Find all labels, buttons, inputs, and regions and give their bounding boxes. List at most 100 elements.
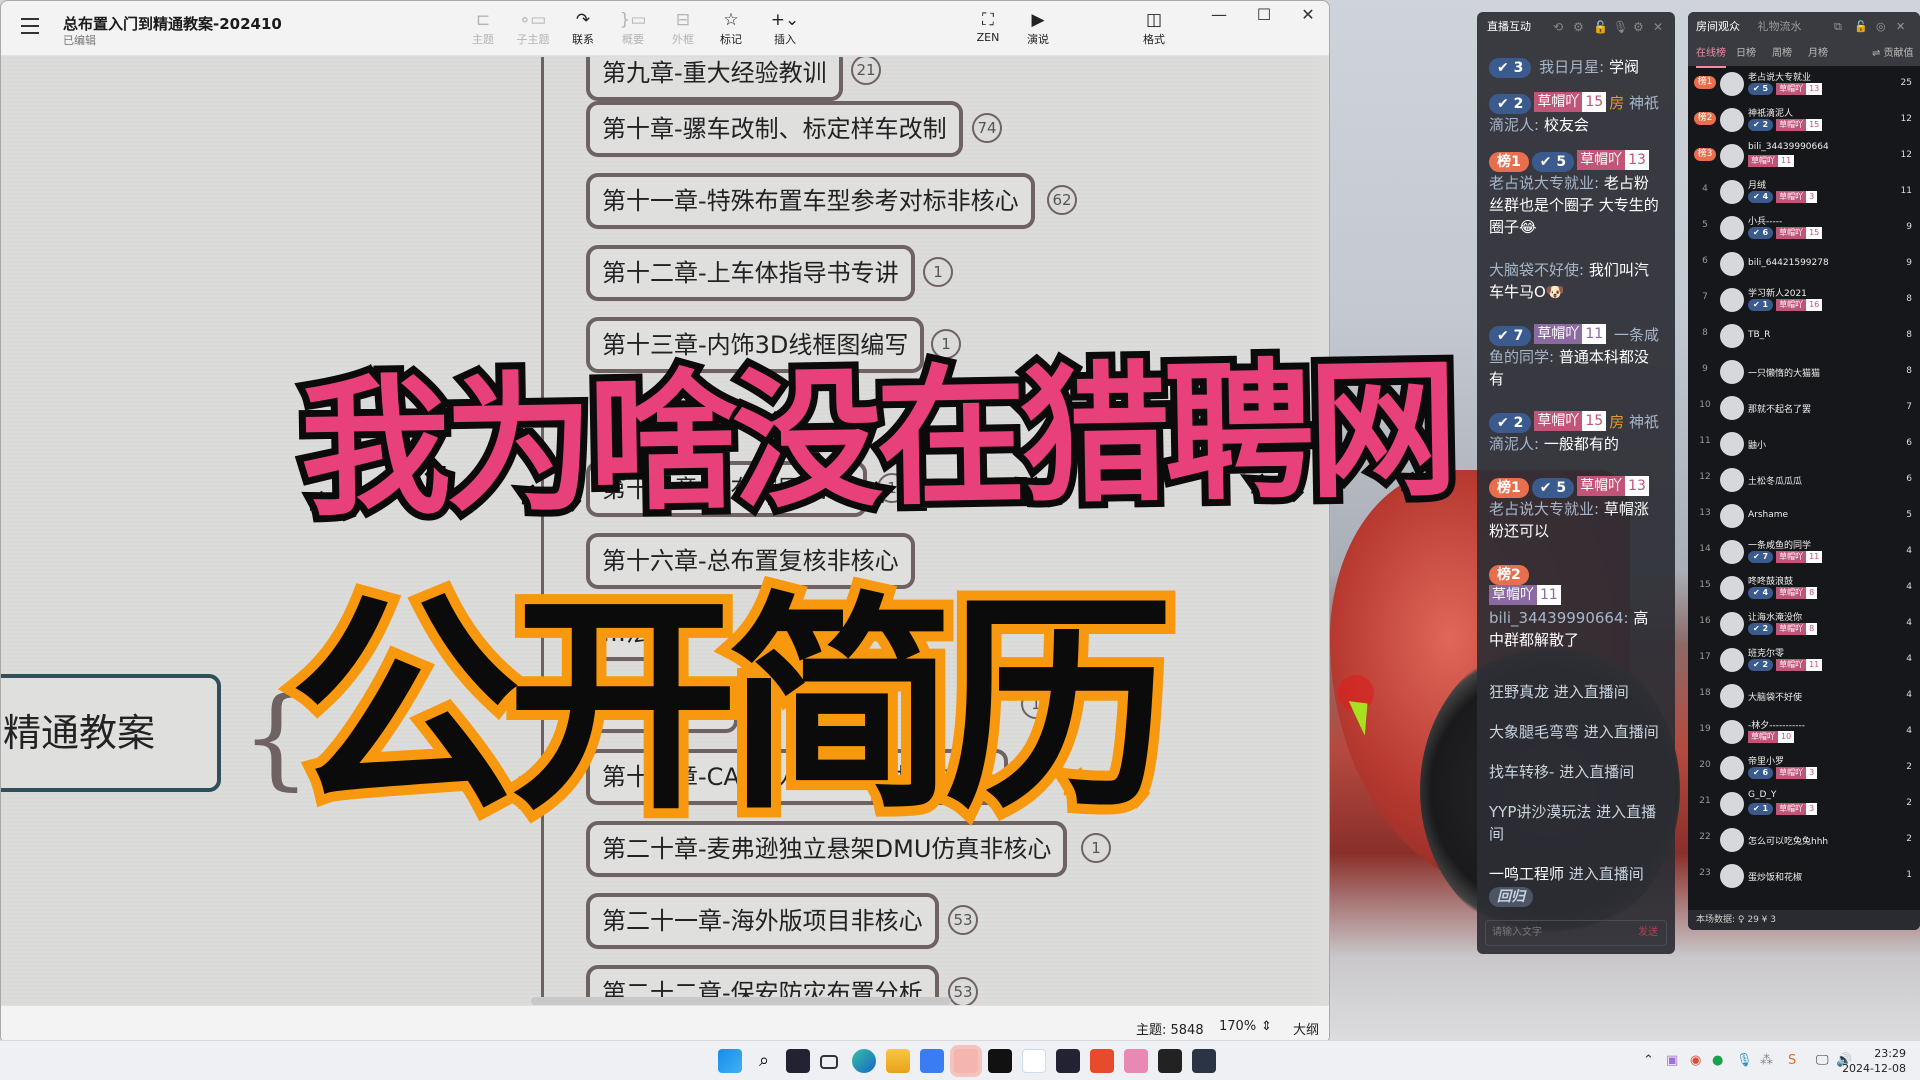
topic-node[interactable]: 第十二章-上车体指导书专讲 bbox=[586, 245, 915, 301]
pitch-button[interactable]: ▶ 演说 bbox=[1016, 9, 1060, 47]
topic-count-badge[interactable]: 74 bbox=[972, 113, 1002, 143]
audience-row[interactable]: 12 土松冬瓜瓜瓜 6 bbox=[1688, 462, 1920, 498]
close-icon[interactable]: ✕ bbox=[1896, 12, 1905, 42]
app-icon[interactable] bbox=[1056, 1049, 1080, 1073]
audience-list[interactable]: 榜1 老占说大专就业 ✔ 5 草帽吖 13 25 榜2 神祇滴泥人 ✔ 2 草帽吖 15 12 榜3 bi… bbox=[1688, 66, 1920, 894]
audience-row[interactable]: 22 怎么可以吃兔兔hhh 2 bbox=[1688, 822, 1920, 858]
avatar[interactable] bbox=[1720, 144, 1744, 168]
tray-app-icon[interactable]: ● bbox=[1712, 1053, 1723, 1068]
menu-icon[interactable] bbox=[21, 18, 39, 34]
xmind-icon[interactable] bbox=[1090, 1049, 1114, 1073]
tab-monthly[interactable]: 月榜 bbox=[1808, 42, 1828, 66]
audience-row[interactable]: 13 Arshame 5 bbox=[1688, 498, 1920, 534]
edge-icon[interactable] bbox=[852, 1049, 876, 1073]
root-topic[interactable]: 精通教案 bbox=[1, 674, 221, 792]
audience-row[interactable]: 23 蛋炒饭和花椒 1 bbox=[1688, 858, 1920, 894]
audience-row[interactable]: 5 小兵----- ✔ 6 草帽吖 15 9 bbox=[1688, 210, 1920, 246]
audience-row[interactable]: 6 bili_64421599278 9 bbox=[1688, 246, 1920, 282]
tab-daily[interactable]: 日榜 bbox=[1736, 42, 1756, 66]
mic-icon[interactable]: 🎙 bbox=[1613, 12, 1628, 42]
microphone-icon[interactable]: 🎙 bbox=[1736, 1053, 1753, 1068]
minimize-button[interactable]: — bbox=[1199, 5, 1239, 29]
capcut-icon[interactable] bbox=[988, 1049, 1012, 1073]
avatar[interactable] bbox=[1720, 252, 1744, 276]
topic-count-badge[interactable]: 21 bbox=[851, 57, 881, 85]
topic-count-badge[interactable]: 1 bbox=[923, 257, 953, 287]
topic-node[interactable]: 第十章-骡车改制、标定样车改制 bbox=[586, 101, 963, 157]
zoom-level[interactable]: 170% bbox=[1219, 1019, 1256, 1034]
audience-row[interactable]: 7 学习新人2021 ✔ 1 草帽吖 16 8 bbox=[1688, 282, 1920, 318]
avatar[interactable] bbox=[1720, 324, 1744, 348]
avatar[interactable] bbox=[1720, 648, 1744, 672]
horizontal-scrollbar[interactable] bbox=[531, 997, 951, 1005]
audience-row[interactable]: 14 一条咸鱼的同学 ✔ 7 草帽吖 11 4 bbox=[1688, 534, 1920, 570]
avatar[interactable] bbox=[1720, 360, 1744, 384]
avatar[interactable] bbox=[1720, 540, 1744, 564]
ime-icon[interactable]: S bbox=[1788, 1053, 1796, 1068]
lock-icon[interactable]: 🔓 bbox=[1593, 12, 1608, 42]
audience-row[interactable]: 16 让海水淹没你 ✔ 2 草帽吖 8 4 bbox=[1688, 606, 1920, 642]
audience-row[interactable]: 19 -林夕----------- 草帽吖 10 4 bbox=[1688, 714, 1920, 750]
app-icon[interactable] bbox=[1124, 1049, 1148, 1073]
avatar[interactable] bbox=[1720, 468, 1744, 492]
topic-count-badge[interactable]: 53 bbox=[948, 977, 978, 1005]
avatar[interactable] bbox=[1720, 864, 1744, 888]
tray-record-icon[interactable]: ◉ bbox=[1690, 1053, 1701, 1068]
audience-row[interactable]: 18 大脑袋不好使 4 bbox=[1688, 678, 1920, 714]
avatar[interactable] bbox=[1720, 216, 1744, 240]
close-button[interactable]: ✕ bbox=[1288, 5, 1328, 29]
audience-row[interactable]: 15 咚咚鼓浪鼓 ✔ 4 草帽吖 8 4 bbox=[1688, 570, 1920, 606]
avatar[interactable] bbox=[1720, 180, 1744, 204]
tray-app-icon[interactable]: ⁂ bbox=[1760, 1053, 1773, 1068]
tab-online[interactable]: 在线榜 bbox=[1696, 42, 1726, 68]
insert-button[interactable]: +⌄ 插入 bbox=[763, 9, 807, 47]
summary-button[interactable]: }▭ 概要 bbox=[611, 9, 655, 47]
avatar[interactable] bbox=[1720, 108, 1744, 132]
audience-row[interactable]: 9 一只懒惰的大猫猫 8 bbox=[1688, 354, 1920, 390]
settings-icon[interactable]: ◎ bbox=[1876, 12, 1886, 42]
format-button[interactable]: ◫ 格式 bbox=[1132, 9, 1176, 47]
topic-count-badge[interactable]: 53 bbox=[948, 905, 978, 935]
audience-row[interactable]: 榜3 bili_34439990664 草帽吖 11 12 bbox=[1688, 138, 1920, 174]
bot-icon[interactable]: ⚙ bbox=[1573, 12, 1584, 42]
avatar[interactable] bbox=[1720, 828, 1744, 852]
close-icon[interactable]: ✕ bbox=[1653, 12, 1663, 42]
avatar[interactable] bbox=[1720, 288, 1744, 312]
chat-input[interactable]: 请输入文字 发送 bbox=[1485, 920, 1667, 946]
audience-row[interactable]: 8 TB_R 8 bbox=[1688, 318, 1920, 354]
windows-start-icon[interactable] bbox=[718, 1049, 742, 1073]
maximize-button[interactable]: ☐ bbox=[1244, 5, 1284, 29]
avatar[interactable] bbox=[1720, 684, 1744, 708]
subtopic-button[interactable]: ∘▭ 子主题 bbox=[511, 9, 555, 47]
search-icon[interactable]: ⌕ bbox=[752, 1049, 776, 1073]
file-explorer-icon[interactable] bbox=[886, 1049, 910, 1073]
tray-expand-icon[interactable]: ⌃ bbox=[1643, 1053, 1654, 1068]
audience-row[interactable]: 17 班克尔零 ✔ 2 草帽吖 11 4 bbox=[1688, 642, 1920, 678]
clock[interactable]: 23:29 2024-12-08 bbox=[1842, 1046, 1906, 1076]
app-icon[interactable] bbox=[786, 1049, 810, 1073]
audience-row[interactable]: 21 G_D_Y ✔ 1 草帽吖 3 2 bbox=[1688, 786, 1920, 822]
avatar[interactable] bbox=[1720, 612, 1744, 636]
marker-button[interactable]: ☆ 标记 bbox=[709, 9, 753, 47]
feishu-icon[interactable] bbox=[920, 1049, 944, 1073]
refresh-icon[interactable]: ⟲ bbox=[1553, 12, 1563, 42]
avatar[interactable] bbox=[1720, 792, 1744, 816]
topic-count-badge[interactable]: 62 bbox=[1047, 185, 1077, 215]
zen-button[interactable]: ⛶ ZEN bbox=[966, 9, 1010, 44]
audience-row[interactable]: 11 鼬小 6 bbox=[1688, 426, 1920, 462]
terminal-icon[interactable] bbox=[1158, 1049, 1182, 1073]
sort-contribution[interactable]: ⇌ 贡献值 bbox=[1872, 42, 1914, 66]
task-view-icon[interactable] bbox=[820, 1055, 838, 1069]
topic-node[interactable]: 第十一章-特殊布置车型参考对标非核心 bbox=[586, 173, 1035, 229]
audience-tab[interactable]: 房间观众 bbox=[1696, 20, 1740, 33]
avatar[interactable] bbox=[1720, 720, 1744, 744]
outline-button[interactable]: 大纲 bbox=[1293, 1019, 1319, 1038]
wechat-icon[interactable] bbox=[954, 1049, 978, 1073]
audience-row[interactable]: 榜2 神祇滴泥人 ✔ 2 草帽吖 15 12 bbox=[1688, 102, 1920, 138]
avatar[interactable] bbox=[1720, 72, 1744, 96]
topic-button[interactable]: ⊏ 主题 bbox=[461, 9, 505, 47]
tab-weekly[interactable]: 周榜 bbox=[1772, 42, 1792, 66]
audience-row[interactable]: 20 帝里小罗 ✔ 6 草帽吖 3 2 bbox=[1688, 750, 1920, 786]
avatar[interactable] bbox=[1720, 504, 1744, 528]
gift-log-tab[interactable]: 礼物流水 bbox=[1758, 20, 1802, 33]
